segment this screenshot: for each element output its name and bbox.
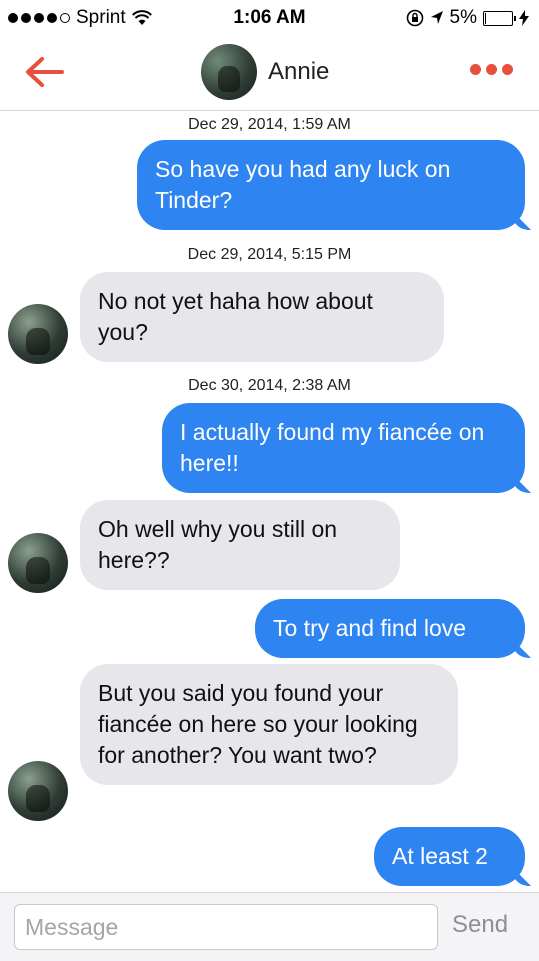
contact-avatar[interactable] [201,44,257,100]
timestamp: Dec 30, 2014, 2:38 AM [188,377,351,394]
battery-icon [483,10,516,26]
battery-percent: 5% [449,7,477,28]
status-right: 5% [406,7,529,29]
contact-avatar-small[interactable] [8,304,68,364]
message-input[interactable] [14,904,438,950]
timestamp: Dec 29, 2014, 5:15 PM [187,246,352,263]
back-arrow-icon[interactable] [22,54,66,90]
timestamp: Dec 29, 2014, 1:59 AM [188,116,351,133]
received-message: But you said you found your fiancée on h… [80,664,458,785]
status-bar: Sprint 1:06 AM 5% [0,0,539,36]
charging-bolt-icon [519,10,529,26]
received-message: No not yet haha how about you? [80,272,444,362]
contact-avatar-small[interactable] [8,533,68,593]
received-message: Oh well why you still on here?? [80,500,400,590]
sent-message: I actually found my fiancée on here!! [162,403,525,493]
rotation-lock-icon [406,9,423,27]
conversation-header: Annie [0,36,539,111]
send-button[interactable]: Send [452,911,508,939]
contact-avatar-small[interactable] [8,761,68,821]
contact-name[interactable]: Annie [268,58,329,86]
sent-message: To try and find love [255,599,525,658]
more-dots-icon[interactable] [470,64,513,75]
sent-message: So have you had any luck on Tinder? [137,140,525,230]
location-icon [430,11,443,24]
message-composer: Send [0,892,539,961]
sent-message: At least 2 [374,827,525,886]
